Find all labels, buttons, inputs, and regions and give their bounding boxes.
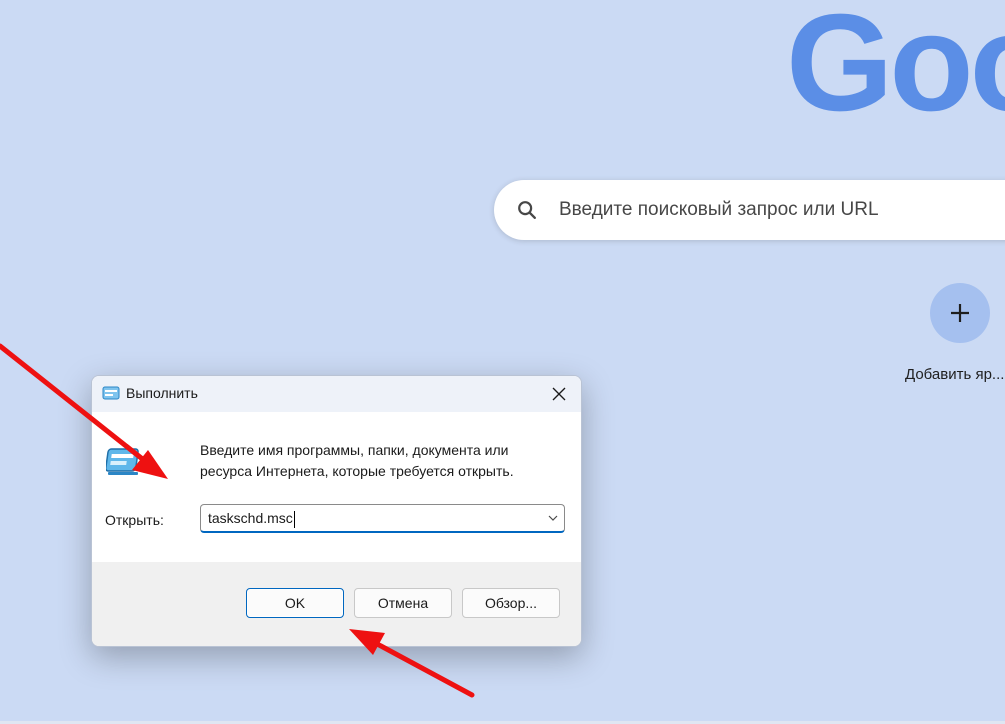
text-caret [293,510,295,528]
browse-button[interactable]: Обзор... [462,588,560,618]
cancel-button[interactable]: Отмена [354,588,452,618]
dialog-titlebar[interactable]: Выполнить [92,376,581,412]
description-line-2: ресурса Интернета, которые требуется отк… [200,463,514,479]
dialog-title: Выполнить [126,385,198,401]
open-label: Открыть: [105,512,164,528]
add-shortcut-label: Добавить яр... [905,366,1005,383]
chevron-down-icon[interactable] [548,513,558,523]
add-shortcut-button[interactable] [930,283,990,343]
dialog-footer: OK Отмена Обзор... [92,562,581,646]
search-box[interactable]: Введите поисковый запрос или URL [494,180,1005,240]
run-dialog: Выполнить Введите имя программы, папки, … [91,375,582,647]
description-line-1: Введите имя программы, папки, документа … [200,442,509,458]
search-icon [518,201,536,219]
ok-button[interactable]: OK [246,588,344,618]
close-button[interactable] [537,376,581,412]
dialog-body: Введите имя программы, папки, документа … [92,412,581,562]
close-icon [552,387,566,401]
open-combobox[interactable]: taskschd.msc [200,504,565,533]
google-logo: Goog [786,0,1005,140]
run-app-icon [102,386,120,400]
plus-icon [951,304,969,322]
search-placeholder: Введите поисковый запрос или URL [559,199,879,220]
browser-new-tab-page: Goog Введите поисковый запрос или URL До… [0,0,1005,724]
run-icon [106,448,139,475]
open-input-value[interactable]: taskschd.msc [208,510,295,528]
open-input-text: taskschd.msc [208,510,293,526]
